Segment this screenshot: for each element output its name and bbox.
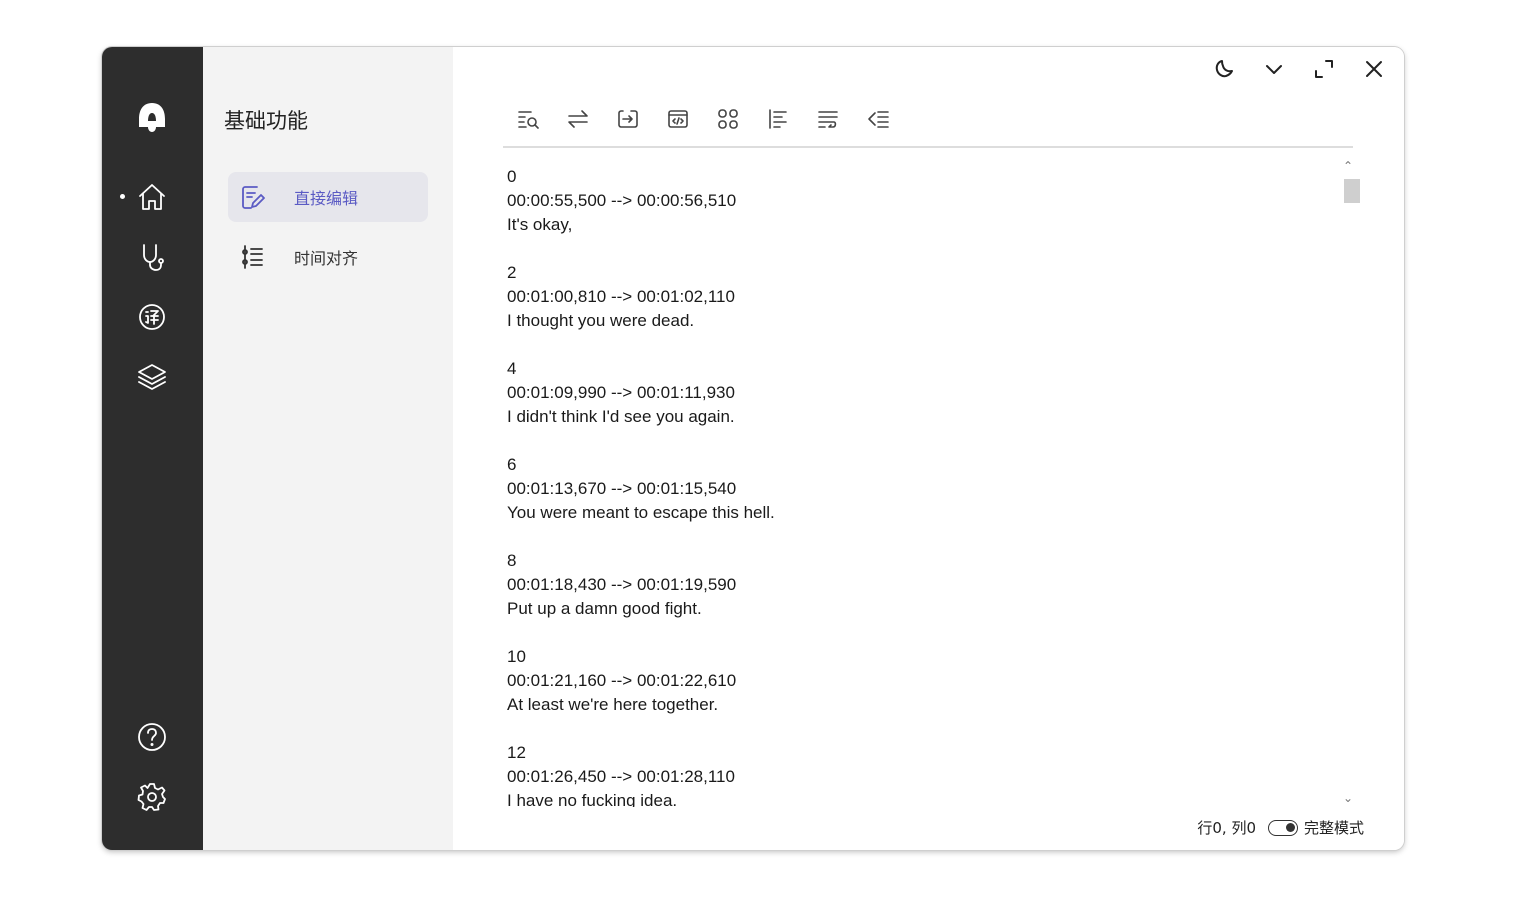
editor-line[interactable]: 00:01:09,990 --> 00:01:11,930 xyxy=(507,381,1337,405)
help-icon[interactable] xyxy=(132,717,172,757)
editor-toolbar xyxy=(503,104,1353,148)
wrap-icon[interactable] xyxy=(803,104,853,134)
edit-doc-icon xyxy=(238,182,268,212)
editor-line[interactable] xyxy=(507,525,1337,549)
toggle-knob xyxy=(1285,822,1295,832)
scroll-down-icon[interactable]: ⌄ xyxy=(1343,791,1353,805)
layers-icon[interactable] xyxy=(132,357,172,397)
feature-sidebar: 基础功能 直接编辑 时间对齐 xyxy=(203,47,453,850)
editor-line[interactable]: 00:01:26,450 --> 00:01:28,110 xyxy=(507,765,1337,789)
swap-icon[interactable] xyxy=(553,104,603,134)
export-icon[interactable] xyxy=(603,104,653,134)
full-mode-label: 完整模式 xyxy=(1303,819,1364,837)
editor-line[interactable]: 6 xyxy=(507,453,1337,477)
icon-rail xyxy=(102,47,203,850)
editor-line[interactable]: Put up a damn good fight. xyxy=(507,597,1337,621)
editor-line[interactable]: 00:01:00,810 --> 00:01:02,110 xyxy=(507,285,1337,309)
sidebar-item-label: 直接编辑 xyxy=(294,189,359,208)
collapse-chevron-icon[interactable] xyxy=(1256,55,1292,83)
cursor-position: 行0, 列0 xyxy=(1197,819,1256,837)
editor-line[interactable]: I thought you were dead. xyxy=(507,309,1337,333)
editor-line[interactable]: At least we're here together. xyxy=(507,693,1337,717)
status-bar: 行0, 列0 完整模式 xyxy=(1197,817,1364,838)
editor-line[interactable]: 0 xyxy=(507,165,1337,189)
editor-line[interactable]: 4 xyxy=(507,357,1337,381)
sidebar-item-time-align[interactable]: 时间对齐 xyxy=(228,232,428,282)
editor-line[interactable]: 2 xyxy=(507,261,1337,285)
editor-line[interactable]: 12 xyxy=(507,741,1337,765)
stethoscope-icon[interactable] xyxy=(132,237,172,277)
app-logo-icon xyxy=(132,97,172,137)
scrollbar-thumb[interactable] xyxy=(1344,179,1360,203)
code-icon[interactable] xyxy=(653,104,703,134)
close-icon[interactable] xyxy=(1356,55,1392,83)
sidebar-title: 基础功能 xyxy=(224,109,308,133)
subtitle-text-editor[interactable]: 0 00:00:55,500 --> 00:00:56,510 It's okay,… xyxy=(507,165,1337,807)
editor-line[interactable]: 00:01:21,160 --> 00:01:22,610 xyxy=(507,669,1337,693)
editor-line[interactable] xyxy=(507,333,1337,357)
editor-line[interactable] xyxy=(507,237,1337,261)
editor-line[interactable]: 00:01:18,430 --> 00:01:19,590 xyxy=(507,573,1337,597)
editor-line[interactable]: 8 xyxy=(507,549,1337,573)
editor-line[interactable]: It's okay, xyxy=(507,213,1337,237)
translate-icon[interactable] xyxy=(132,297,172,337)
window-controls xyxy=(1206,55,1392,83)
editor-line[interactable]: 10 xyxy=(507,645,1337,669)
editor-line[interactable] xyxy=(507,429,1337,453)
outdent-icon[interactable] xyxy=(853,104,903,134)
align-left-icon[interactable] xyxy=(753,104,803,134)
maximize-icon[interactable] xyxy=(1306,55,1342,83)
full-mode-toggle[interactable] xyxy=(1267,819,1298,836)
theme-moon-icon[interactable] xyxy=(1206,55,1242,83)
editor-panel: 0 00:00:55,500 --> 00:00:56,510 It's okay,… xyxy=(453,47,1404,850)
editor-line[interactable]: 00:01:13,670 --> 00:01:15,540 xyxy=(507,477,1337,501)
active-indicator-dot xyxy=(120,194,125,199)
settings-icon[interactable] xyxy=(132,777,172,817)
editor-line[interactable]: 00:00:55,500 --> 00:00:56,510 xyxy=(507,189,1337,213)
editor-line[interactable] xyxy=(507,717,1337,741)
app-window: 基础功能 直接编辑 时间对齐 0 00:00:55,500 --> 00:00:… xyxy=(102,47,1404,850)
grid-icon[interactable] xyxy=(703,104,753,134)
home-icon[interactable] xyxy=(132,177,172,217)
find-icon[interactable] xyxy=(503,104,553,134)
sidebar-item-label: 时间对齐 xyxy=(294,249,359,268)
editor-line[interactable]: You were meant to escape this hell. xyxy=(507,501,1337,525)
sidebar-item-direct-edit[interactable]: 直接编辑 xyxy=(228,172,428,222)
editor-line[interactable]: I didn't think I'd see you again. xyxy=(507,405,1337,429)
editor-line[interactable]: I have no fucking idea. xyxy=(507,789,1337,807)
timeline-align-icon xyxy=(238,242,268,272)
editor-line[interactable] xyxy=(507,621,1337,645)
scroll-up-icon[interactable]: ⌃ xyxy=(1343,159,1353,173)
